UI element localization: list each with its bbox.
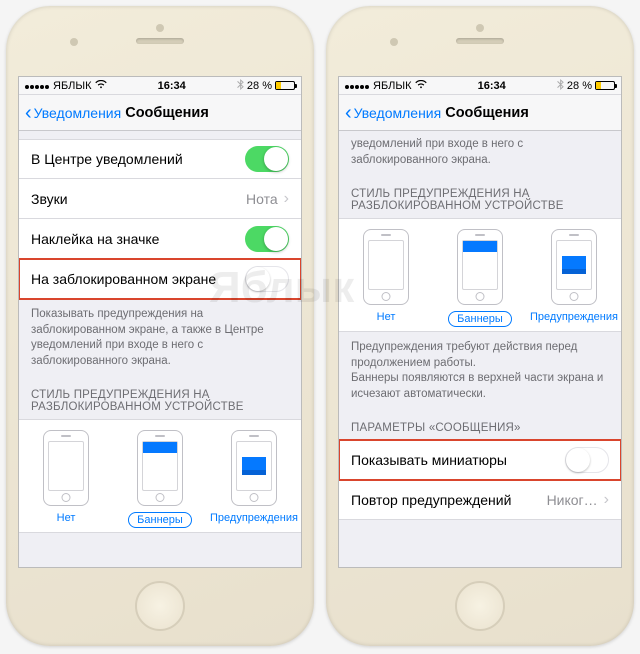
phone-icon bbox=[231, 430, 277, 506]
style-label: Нет bbox=[377, 311, 396, 323]
alert-style-none[interactable]: Нет bbox=[339, 229, 432, 327]
row-sounds[interactable]: Звуки Нота › bbox=[19, 179, 301, 219]
alert-style-picker: Нет Баннеры Предупреждения bbox=[339, 218, 621, 332]
row-label: Наклейка на значке bbox=[31, 231, 159, 247]
phone-mock-left: ЯБЛЫК 16:34 28 % ‹ Уведомления Сообщения bbox=[6, 6, 314, 646]
status-bar: ЯБЛЫК 16:34 28 % bbox=[339, 77, 621, 95]
row-value: Нота › bbox=[246, 190, 289, 208]
phone-mock-right: ЯБЛЫК 16:34 28 % ‹ Уведомления Сообщения bbox=[326, 6, 634, 646]
row-label: Показывать миниатюры bbox=[351, 452, 507, 468]
wifi-icon bbox=[415, 80, 427, 92]
row-show-previews[interactable]: Показывать миниатюры bbox=[339, 440, 621, 480]
alert-style-banners[interactable]: Баннеры bbox=[113, 430, 206, 528]
back-button[interactable]: ‹ Уведомления bbox=[345, 105, 441, 121]
phone-icon bbox=[363, 229, 409, 305]
status-bar: ЯБЛЫК 16:34 28 % bbox=[19, 77, 301, 95]
clock: 16:34 bbox=[158, 80, 186, 92]
alert-style-banners[interactable]: Баннеры bbox=[433, 229, 526, 327]
toggle-lock-screen[interactable] bbox=[245, 266, 289, 292]
toggle-show-previews[interactable] bbox=[565, 447, 609, 473]
carrier-label: ЯБЛЫК bbox=[53, 80, 92, 92]
nav-bar: ‹ Уведомления Сообщения bbox=[339, 95, 621, 131]
screen-left: ЯБЛЫК 16:34 28 % ‹ Уведомления Сообщения bbox=[18, 76, 302, 568]
alert-style-alerts[interactable]: Предупреждения bbox=[207, 430, 300, 528]
chevron-right-icon: › bbox=[282, 190, 289, 208]
clock: 16:34 bbox=[478, 80, 506, 92]
row-lock-screen[interactable]: На заблокированном экране bbox=[19, 259, 301, 299]
screen-right: ЯБЛЫК 16:34 28 % ‹ Уведомления Сообщения bbox=[338, 76, 622, 568]
phone-icon bbox=[457, 229, 503, 305]
wifi-icon bbox=[95, 80, 107, 92]
home-button[interactable] bbox=[455, 581, 505, 631]
row-badge[interactable]: Наклейка на значке bbox=[19, 219, 301, 259]
row-value: Никог… › bbox=[547, 491, 609, 509]
phone-icon bbox=[43, 430, 89, 506]
style-label: Предупреждения bbox=[210, 512, 298, 524]
page-title: Сообщения bbox=[445, 105, 529, 121]
footer-text: Предупреждения требуют действия перед пр… bbox=[339, 332, 621, 406]
home-button[interactable] bbox=[135, 581, 185, 631]
nav-bar: ‹ Уведомления Сообщения bbox=[19, 95, 301, 131]
bluetooth-icon bbox=[557, 79, 564, 93]
signal-dots-icon bbox=[25, 80, 50, 92]
alert-style-none[interactable]: Нет bbox=[19, 430, 112, 528]
section-header-alert-style: СТИЛЬ ПРЕДУПРЕЖДЕНИЯ НА РАЗБЛОКИРОВАННОМ… bbox=[339, 172, 621, 218]
page-title: Сообщения bbox=[125, 105, 209, 121]
battery-icon bbox=[275, 81, 295, 90]
style-label: Нет bbox=[57, 512, 76, 524]
signal-dots-icon bbox=[345, 80, 370, 92]
chevron-left-icon: ‹ bbox=[25, 109, 32, 117]
carrier-label: ЯБЛЫК bbox=[373, 80, 412, 92]
battery-pct: 28 % bbox=[247, 80, 272, 92]
section-header-msg-params: ПАРАМЕТРЫ «СООБЩЕНИЯ» bbox=[339, 406, 621, 440]
chevron-right-icon: › bbox=[602, 491, 609, 509]
row-repeat-alerts[interactable]: Повтор предупреждений Никог… › bbox=[339, 480, 621, 520]
battery-icon bbox=[595, 81, 615, 90]
bluetooth-icon bbox=[237, 79, 244, 93]
back-label: Уведомления bbox=[354, 105, 442, 121]
row-notification-center[interactable]: В Центре уведомлений bbox=[19, 139, 301, 179]
back-label: Уведомления bbox=[34, 105, 122, 121]
footer-text: уведомлений при входе в него с заблокиро… bbox=[339, 131, 621, 172]
toggle-notif-center[interactable] bbox=[245, 146, 289, 172]
row-label: На заблокированном экране bbox=[31, 271, 216, 287]
style-label: Баннеры bbox=[128, 512, 192, 528]
phone-icon bbox=[551, 229, 597, 305]
chevron-left-icon: ‹ bbox=[345, 109, 352, 117]
row-label: В Центре уведомлений bbox=[31, 151, 183, 167]
back-button[interactable]: ‹ Уведомления bbox=[25, 105, 121, 121]
style-label: Баннеры bbox=[448, 311, 512, 327]
row-label: Повтор предупреждений bbox=[351, 492, 511, 508]
alert-style-picker: Нет Баннеры Предупреждения bbox=[19, 419, 301, 533]
section-header-alert-style: СТИЛЬ ПРЕДУПРЕЖДЕНИЯ НА РАЗБЛОКИРОВАННОМ… bbox=[19, 373, 301, 419]
phone-icon bbox=[137, 430, 183, 506]
footer-text: Показывать предупреждения на заблокирова… bbox=[19, 299, 301, 373]
alert-style-alerts[interactable]: Предупреждения bbox=[527, 229, 620, 327]
toggle-badge[interactable] bbox=[245, 226, 289, 252]
row-label: Звуки bbox=[31, 191, 68, 207]
battery-pct: 28 % bbox=[567, 80, 592, 92]
style-label: Предупреждения bbox=[530, 311, 618, 323]
